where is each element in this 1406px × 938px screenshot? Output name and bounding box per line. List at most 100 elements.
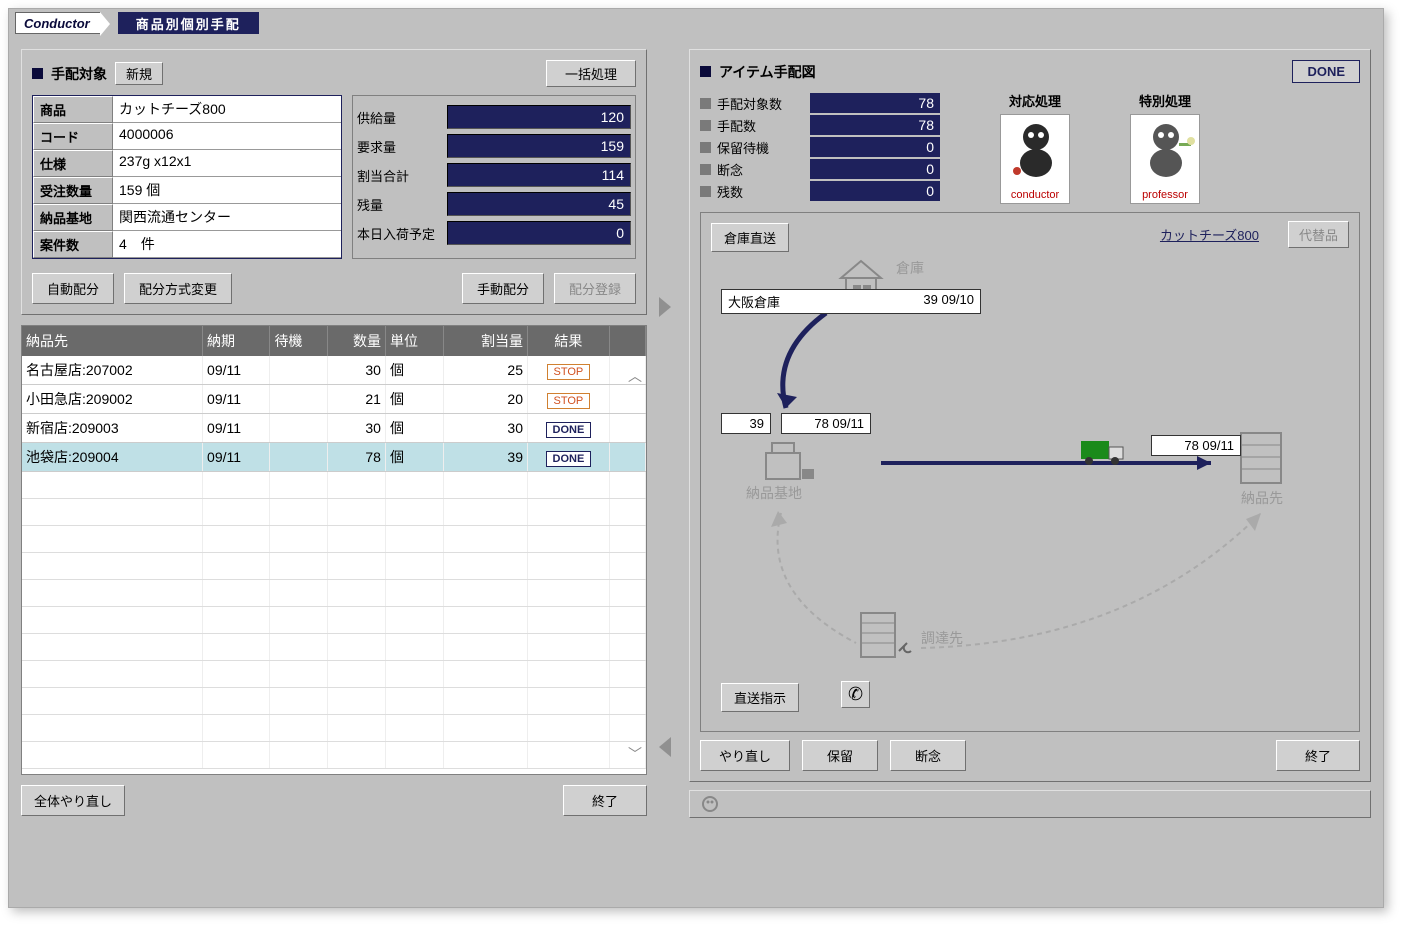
svg-text:倉庫: 倉庫 — [896, 260, 924, 276]
allocation-table-wrap: 納品先 納期 待機 数量 単位 割当量 結果 名古屋店:20700209/113… — [21, 325, 647, 775]
scroll-up-icon[interactable]: ︿ — [628, 366, 642, 386]
expand-left-icon[interactable] — [659, 737, 671, 757]
cell-unit: 個 — [385, 385, 443, 414]
special-proc-block: 特別処理 professor — [1130, 91, 1200, 204]
cell-extra — [609, 385, 645, 414]
expand-right-icon[interactable] — [659, 297, 671, 317]
value-cases: 4 件 — [113, 231, 341, 258]
label-cases: 案件数 — [33, 231, 113, 258]
bullet-icon — [700, 98, 711, 109]
value-base: 関西流通センター — [113, 204, 341, 231]
table-row-empty — [22, 607, 646, 634]
item-diagram-panel: アイテム手配図 DONE 手配対象数78 手配数78 保留待機0 断念0 残数0… — [689, 49, 1371, 782]
base-ship-box: 78 09/11 — [781, 413, 871, 434]
value-remain2: 0 — [810, 181, 940, 201]
table-row[interactable]: 新宿店:20900309/1130個30DONE — [22, 414, 646, 443]
warehouse-qty-date: 39 09/10 — [917, 290, 980, 313]
substitute-button[interactable]: 代替品 — [1288, 221, 1349, 248]
direct-ship-button[interactable]: 直送指示 — [721, 683, 799, 712]
value-product-code: 4000006 — [113, 123, 341, 150]
table-header-row: 納品先 納期 待機 数量 単位 割当量 結果 — [22, 326, 646, 356]
cell-result: STOP — [527, 385, 609, 414]
target-title: 手配対象 — [51, 64, 107, 84]
alloc-method-button[interactable]: 配分方式変更 — [124, 273, 232, 304]
table-row[interactable]: 池袋店:20900409/1178個39DONE — [22, 443, 646, 472]
cell-dest: 新宿店:209003 — [22, 414, 203, 443]
diagram-title: アイテム手配図 — [719, 62, 816, 82]
right-end-button[interactable]: 終了 — [1276, 740, 1360, 771]
cell-extra — [609, 443, 645, 472]
cell-unit: 個 — [385, 414, 443, 443]
cell-dest: 名古屋店:207002 — [22, 356, 203, 385]
redo-button[interactable]: やり直し — [700, 740, 790, 771]
allocation-table: 納品先 納期 待機 数量 単位 割当量 結果 名古屋店:20700209/113… — [22, 326, 646, 769]
value-order-qty: 159 個 — [113, 177, 341, 204]
value-targets: 78 — [810, 93, 940, 113]
svg-text:納品先: 納品先 — [1241, 490, 1283, 506]
conductor-label: conductor — [1001, 189, 1069, 201]
bullet-icon — [700, 164, 711, 175]
auto-alloc-button[interactable]: 自動配分 — [32, 273, 114, 304]
cell-wait — [270, 385, 328, 414]
cell-due: 09/11 — [203, 443, 270, 472]
app-logo: Conductor — [15, 12, 100, 34]
label-alloc: 割当合計 — [357, 166, 447, 185]
svg-text:調達先: 調達先 — [921, 630, 963, 646]
th-result: 結果 — [527, 326, 609, 356]
product-info-grid: 商品 カットチーズ800 コード 4000006 仕様 237g x12x1 受… — [32, 95, 342, 259]
cell-unit: 個 — [385, 443, 443, 472]
bullet-icon — [700, 186, 711, 197]
new-button[interactable]: 新規 — [115, 62, 163, 85]
scroll-down-icon[interactable]: ﹀ — [628, 744, 642, 764]
direct-warehouse-button[interactable]: 倉庫直送 — [711, 223, 789, 252]
table-row[interactable]: 小田急店:20900209/11 21個20 STOP — [22, 385, 646, 414]
cell-alloc: 39 — [443, 443, 527, 472]
flow-diagram: 倉庫直送 カットチーズ800 代替品 倉庫 納品基地 — [700, 212, 1360, 732]
stats-panel: 手配対象数78 手配数78 保留待機0 断念0 残数0 — [700, 91, 980, 203]
label-base: 納品基地 — [33, 204, 113, 231]
table-row-empty — [22, 634, 646, 661]
value-product-spec: 237g x12x1 — [113, 150, 341, 177]
value-giveup: 0 — [810, 159, 940, 179]
cell-qty: 21 — [328, 385, 386, 414]
cell-alloc: 20 — [443, 385, 527, 414]
result-tag: DONE — [546, 451, 592, 467]
result-tag: STOP — [547, 393, 591, 409]
cell-extra — [609, 414, 645, 443]
label-hold: 保留待機 — [717, 138, 769, 157]
value-arranged: 78 — [810, 115, 940, 135]
label-product-code: コード — [33, 123, 113, 150]
done-button[interactable]: DONE — [1292, 60, 1360, 83]
th-dest: 納品先 — [22, 326, 203, 356]
conductor-icon[interactable]: conductor — [1000, 114, 1070, 204]
left-end-button[interactable]: 終了 — [563, 785, 647, 816]
bullet-icon — [700, 66, 711, 77]
giveup-button[interactable]: 断念 — [890, 740, 966, 771]
phone-icon[interactable]: ✆ — [841, 681, 870, 708]
manual-alloc-button[interactable]: 手動配分 — [462, 273, 544, 304]
redo-all-button[interactable]: 全体やり直し — [21, 785, 125, 816]
header-ribbon: Conductor 商品別個別手配 — [9, 9, 1383, 37]
value-today: 0 — [447, 221, 631, 245]
cell-wait — [270, 443, 328, 472]
label-today: 本日入荷予定 — [357, 224, 447, 243]
cell-due: 09/11 — [203, 385, 270, 414]
alloc-register-button[interactable]: 配分登録 — [554, 273, 636, 304]
cell-result: STOP — [527, 356, 609, 385]
cell-qty: 78 — [328, 443, 386, 472]
professor-icon[interactable]: professor — [1130, 114, 1200, 204]
bulk-process-button[interactable]: 一括処理 — [546, 60, 636, 87]
bullet-icon — [700, 142, 711, 153]
table-row[interactable]: 名古屋店:20700209/1130個25STOP — [22, 356, 646, 385]
label-targets: 手配対象数 — [717, 94, 782, 113]
hold-button[interactable]: 保留 — [802, 740, 878, 771]
cell-dest: 小田急店:209002 — [22, 385, 203, 414]
product-link[interactable]: カットチーズ800 — [1160, 225, 1259, 244]
table-row-empty — [22, 661, 646, 688]
label-giveup: 断念 — [717, 160, 743, 179]
special-proc-title: 特別処理 — [1130, 91, 1200, 110]
cell-unit: 個 — [385, 356, 443, 385]
normal-proc-block: 対応処理 conductor — [1000, 91, 1070, 204]
th-alloc: 割当量 — [443, 326, 527, 356]
label-product-name: 商品 — [33, 96, 113, 123]
